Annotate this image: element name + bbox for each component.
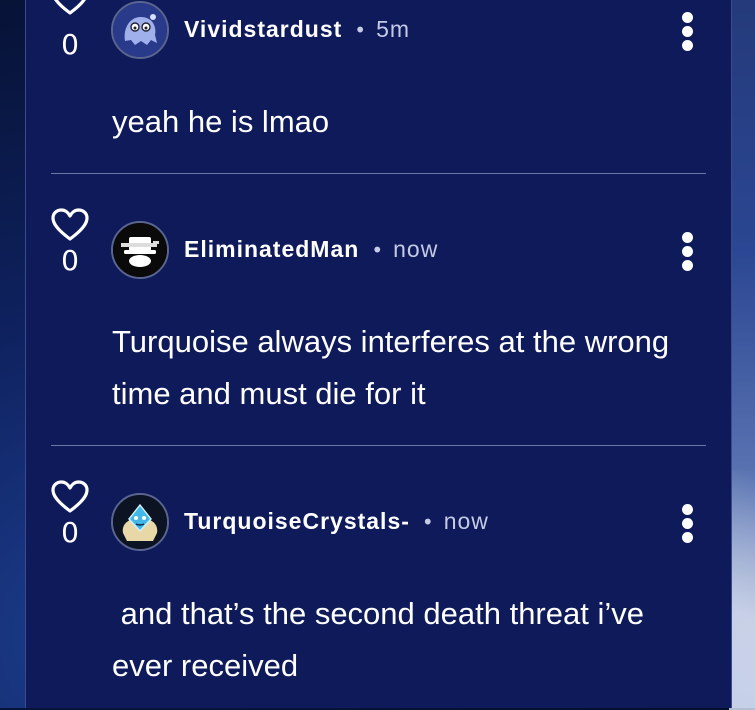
like-count: 0 — [61, 28, 79, 61]
avatar[interactable] — [111, 493, 169, 551]
username[interactable]: Vividstardust — [184, 16, 342, 42]
more-dot — [681, 232, 693, 243]
separator: • — [354, 18, 367, 42]
like-button[interactable]: 0 — [50, 480, 90, 548]
more-options-button[interactable] — [679, 12, 695, 54]
more-dot — [681, 532, 693, 543]
timestamp: now — [443, 508, 489, 534]
comment-meta: TurquoiseCrystals- • now — [184, 508, 489, 535]
separator: • — [371, 238, 384, 262]
comment-text: Turquoise always interferes at the wrong… — [112, 324, 678, 411]
comment-text: yeah he is lmao — [112, 104, 330, 139]
avatar[interactable] — [111, 221, 169, 279]
heart-icon — [51, 208, 89, 241]
more-dot — [681, 504, 693, 515]
hat-gun-icon — [113, 223, 167, 277]
more-dot — [681, 260, 693, 271]
more-dot — [681, 518, 693, 529]
like-button[interactable]: 0 — [50, 208, 90, 276]
username[interactable]: EliminatedMan — [184, 236, 359, 262]
heart-icon — [54, 0, 86, 15]
like-count: 0 — [61, 244, 79, 277]
more-dot — [681, 26, 693, 37]
more-options-button[interactable] — [679, 232, 695, 274]
more-options-button[interactable] — [679, 504, 695, 546]
like-button[interactable]: 0 — [50, 0, 90, 60]
comment-meta: EliminatedMan • now — [184, 236, 438, 263]
divider — [51, 173, 706, 174]
timestamp: 5m — [376, 16, 411, 42]
like-count: 0 — [61, 516, 79, 549]
timestamp: now — [393, 236, 439, 262]
separator: • — [421, 510, 434, 534]
ghost-icon — [113, 3, 167, 57]
heart-icon — [51, 480, 89, 513]
comment-meta: Vividstardust • 5m — [184, 16, 410, 43]
divider — [51, 445, 706, 446]
more-dot — [681, 40, 693, 51]
more-dot — [681, 246, 693, 257]
crystal-icon — [113, 495, 167, 549]
avatar[interactable] — [111, 1, 169, 59]
more-dot — [681, 12, 693, 23]
username[interactable]: TurquoiseCrystals- — [184, 508, 410, 534]
comment-text: and that’s the second death threat i’ve … — [112, 596, 653, 683]
comments-panel: 0 Vividstardust • 5m yeah he is lmao 0 E… — [25, 0, 732, 708]
